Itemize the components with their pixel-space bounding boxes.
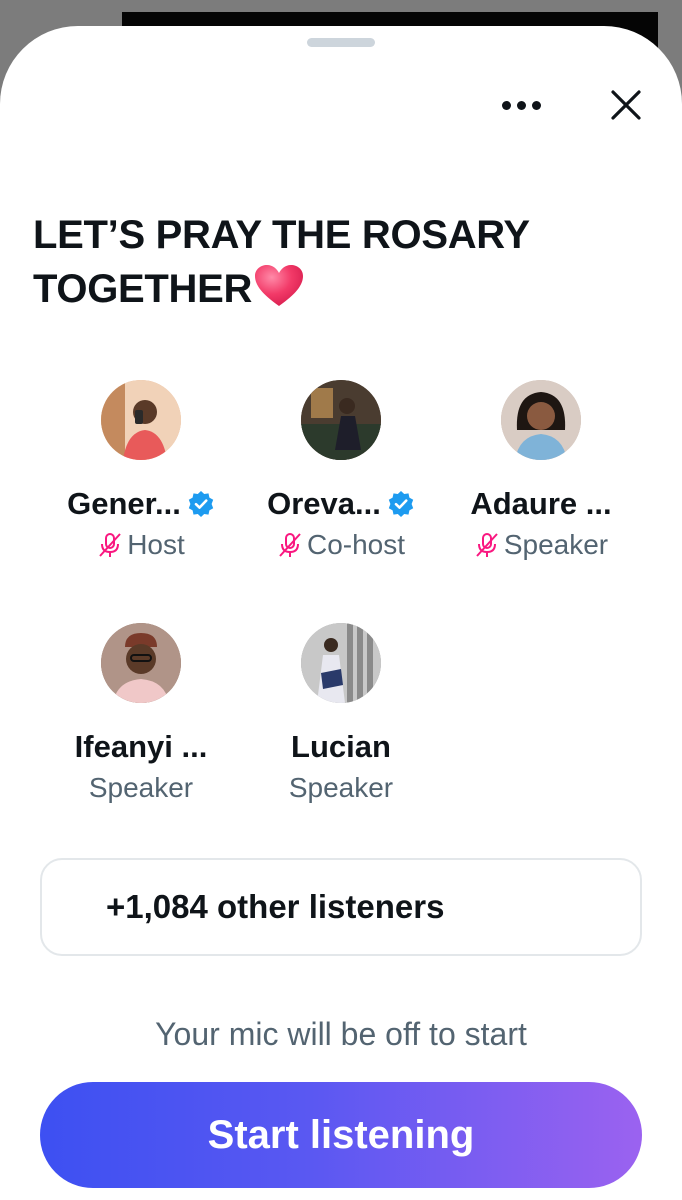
- participant-name-row: Oreva...: [241, 484, 441, 524]
- participant-name: Ifeanyi ...: [74, 729, 208, 764]
- participant-cohost[interactable]: Oreva... Co-host: [241, 380, 441, 563]
- other-listeners-label: +1,084 other listeners: [106, 888, 445, 925]
- participant-name: Oreva...: [267, 486, 381, 521]
- participant-role-row: Host: [41, 527, 241, 563]
- verified-badge-icon: [188, 491, 214, 517]
- avatar: [101, 623, 181, 703]
- mic-off-icon: [99, 533, 121, 557]
- space-title: LET’S PRAY THE ROSARY TOGETHER: [33, 208, 633, 316]
- participant-name: Gener...: [67, 486, 181, 521]
- close-icon: [611, 90, 641, 120]
- verified-badge-icon: [388, 491, 414, 517]
- mic-off-notice: Your mic will be off to start: [155, 1016, 527, 1052]
- participant-role-row: Speaker: [41, 770, 241, 806]
- participant-name: Adaure ...: [470, 486, 612, 521]
- participant-role: Speaker: [288, 772, 394, 803]
- avatar-photo: [101, 380, 181, 460]
- participant-speaker[interactable]: Lucian Speaker: [241, 623, 441, 806]
- other-listeners-button[interactable]: +1,084 other listeners: [40, 858, 642, 956]
- close-button[interactable]: [604, 82, 648, 128]
- participant-name: Lucian: [291, 729, 391, 764]
- participant-name-row: Lucian: [241, 727, 441, 767]
- participant-speaker[interactable]: Ifeanyi ... Speaker: [41, 623, 241, 806]
- participant-role-row: Speaker: [241, 770, 441, 806]
- space-sheet: LET’S PRAY THE ROSARY TOGETHER Gener... …: [0, 26, 682, 1200]
- participant-role-row: Speaker: [441, 527, 641, 563]
- participant-name-row: Adaure ...: [441, 484, 641, 524]
- avatar-photo: [301, 380, 381, 460]
- participant-role: Co-host: [306, 529, 406, 560]
- avatar-photo: [101, 623, 181, 703]
- participant-role: Speaker: [88, 772, 194, 803]
- participant-role: Host: [127, 529, 185, 560]
- participant-role-row: Co-host: [241, 527, 441, 563]
- mic-off-icon: [476, 533, 498, 557]
- mic-off-icon: [279, 533, 301, 557]
- more-horizontal-icon: [501, 100, 511, 110]
- start-listening-button[interactable]: Start listening: [40, 1082, 642, 1188]
- more-button[interactable]: [494, 82, 548, 128]
- avatar-photo: [501, 380, 581, 460]
- participant-role: Speaker: [503, 529, 609, 560]
- avatar: [501, 380, 581, 460]
- participant-name-row: Ifeanyi ...: [41, 727, 241, 767]
- participant-name-row: Gener...: [41, 484, 241, 524]
- participant-speaker[interactable]: Adaure ... Speaker: [441, 380, 641, 563]
- avatar: [301, 623, 381, 703]
- avatar: [101, 380, 181, 460]
- avatar: [301, 380, 381, 460]
- more-dot: [531, 100, 541, 110]
- participant-host[interactable]: Gener... Host: [41, 380, 241, 563]
- avatar-photo: [301, 623, 381, 703]
- sheet-grabber[interactable]: [307, 38, 375, 47]
- heart-emoji-icon: [255, 265, 304, 306]
- more-dot: [516, 100, 526, 110]
